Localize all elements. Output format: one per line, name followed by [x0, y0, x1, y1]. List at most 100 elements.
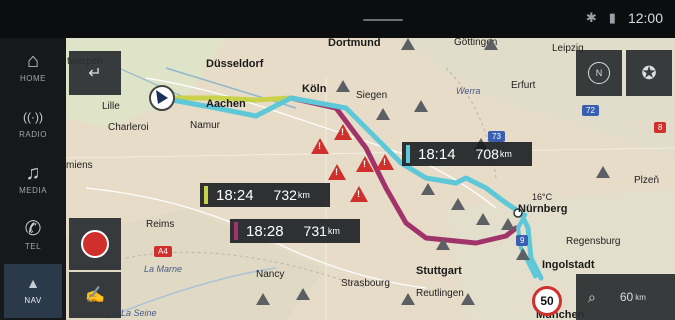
- map-settings-button[interactable]: ✪: [626, 50, 672, 96]
- city-label: Strasbourg: [341, 278, 390, 289]
- settings-gear-icon: ✪: [641, 62, 657, 83]
- city-label: Erfurt: [511, 80, 536, 91]
- sidebar-item-home[interactable]: ⌂ HOME: [4, 42, 62, 94]
- route-badge-1[interactable]: 18:14 708 km: [402, 142, 532, 166]
- roadworks-icon: [296, 288, 310, 300]
- home-icon: ⌂: [26, 50, 40, 72]
- city-label: Köln: [302, 83, 327, 95]
- city-label: Reims: [146, 219, 175, 230]
- clock: 12:00: [627, 10, 663, 26]
- route-arrival-time: 18:28: [246, 222, 284, 240]
- zoom-icon: ⌕: [588, 288, 596, 305]
- route-badge-3[interactable]: 18:28 731 km: [230, 219, 360, 243]
- navigation-map[interactable]: Dortmund Göttingen Leipzig twerpen Düsse…: [66, 38, 675, 320]
- route-unit: km: [499, 149, 512, 159]
- phone-icon: ✆: [24, 218, 42, 240]
- route-color-swatch: [234, 222, 238, 240]
- route-color-swatch: [406, 145, 410, 163]
- sidebar-item-radio[interactable]: ((·)) RADIO: [4, 98, 62, 150]
- music-icon: ♫: [25, 162, 41, 184]
- lte-signal-icon: ▮: [608, 10, 616, 25]
- zoom-control[interactable]: ⌕ 60 km: [576, 274, 675, 320]
- sidebar-item-label: NAV: [24, 296, 42, 305]
- speed-limit-sign: 50: [532, 286, 562, 316]
- record-circle-icon: [81, 230, 109, 258]
- status-bar: ✱ ▮ 12:00: [0, 0, 675, 38]
- city-label: Lille: [102, 101, 120, 112]
- drawer-handle[interactable]: [363, 19, 403, 21]
- route-arrival-time: 18:24: [216, 186, 254, 204]
- city-label: Reutlingen: [416, 288, 464, 299]
- route-unit: km: [297, 190, 310, 200]
- sidebar-item-nav[interactable]: ▲ NAV: [4, 264, 62, 318]
- roadworks-icon: [401, 293, 415, 305]
- city-label: Plzeň: [634, 175, 660, 186]
- temperature-label: 16°C: [532, 192, 553, 202]
- sidebar-item-media[interactable]: ♫ MEDIA: [4, 154, 62, 206]
- traffic-warning-icon[interactable]: [334, 124, 352, 140]
- roadworks-icon: [436, 238, 450, 250]
- city-label: miens: [66, 160, 93, 171]
- road-badge: 9: [516, 235, 529, 246]
- city-label: La Seine: [121, 308, 157, 318]
- road-badge: 72: [582, 105, 599, 116]
- handwriting-input-icon: ✍: [85, 287, 105, 304]
- zoom-scale: 60: [619, 290, 634, 304]
- roadworks-icon: [376, 108, 390, 120]
- traffic-warning-icon[interactable]: [376, 154, 394, 170]
- route-distance: 732: [273, 187, 297, 203]
- city-label: Nancy: [256, 269, 285, 280]
- city-label: Dortmund: [328, 38, 381, 49]
- roadworks-icon: [516, 248, 530, 260]
- sidebar-item-label: RADIO: [19, 130, 47, 139]
- city-label: Werra: [456, 86, 481, 96]
- roadworks-icon: [596, 166, 610, 178]
- city-label: La Marne: [144, 264, 183, 274]
- roadworks-icon: [336, 80, 350, 92]
- city-label: Regensburg: [566, 236, 621, 247]
- compass-north-icon: N: [588, 62, 610, 84]
- sidebar: ⌂ HOME ((·)) RADIO ♫ MEDIA ✆ TEL ▲ NAV: [0, 38, 66, 320]
- road-badge: 8: [654, 122, 667, 133]
- zoom-unit: km: [635, 292, 646, 302]
- sidebar-item-label: TEL: [24, 242, 42, 251]
- traffic-warning-icon[interactable]: [328, 164, 346, 180]
- route-color-swatch: [204, 186, 208, 204]
- roadworks-icon: [421, 183, 435, 195]
- nav-icon: ▲: [26, 275, 40, 291]
- compass-button[interactable]: N: [576, 50, 622, 96]
- traffic-warning-icon[interactable]: [356, 156, 374, 172]
- route-unit: km: [327, 226, 340, 236]
- city-label: Charleroi: [108, 122, 149, 133]
- roadworks-icon: [451, 198, 465, 210]
- roadworks-icon: [256, 293, 270, 305]
- route-distance: 731: [303, 223, 327, 239]
- back-button[interactable]: ↵: [69, 51, 121, 95]
- radio-icon: ((·)): [23, 110, 43, 124]
- roadworks-icon: [401, 38, 415, 50]
- city-label: Ingolstadt: [542, 259, 595, 271]
- back-arrow-icon: ↵: [88, 65, 102, 82]
- city-label: Siegen: [356, 90, 388, 101]
- road-badge: A4: [154, 246, 172, 257]
- city-label: Aachen: [206, 98, 246, 110]
- sidebar-item-label: MEDIA: [19, 186, 47, 195]
- route-badge-2[interactable]: 18:24 732 km: [200, 183, 330, 207]
- bluetooth-icon: ✱: [585, 10, 597, 25]
- traffic-warning-icon[interactable]: [350, 186, 368, 202]
- sidebar-item-label: HOME: [20, 74, 46, 83]
- roadworks-icon: [501, 218, 515, 230]
- traffic-warning-icon[interactable]: [311, 138, 329, 154]
- record-button[interactable]: [69, 218, 121, 270]
- road-badge: 73: [488, 131, 505, 142]
- city-label: Namur: [190, 120, 221, 131]
- city-label: Düsseldorf: [206, 58, 264, 70]
- city-label: Stuttgart: [416, 265, 462, 277]
- city-label: Nürnberg: [518, 203, 568, 215]
- route-distance: 708: [475, 146, 499, 162]
- handwriting-input-button[interactable]: ✍: [69, 272, 121, 318]
- roadworks-icon: [476, 213, 490, 225]
- roadworks-icon: [484, 38, 498, 50]
- sidebar-item-tel[interactable]: ✆ TEL: [4, 210, 62, 262]
- roadworks-icon: [461, 293, 475, 305]
